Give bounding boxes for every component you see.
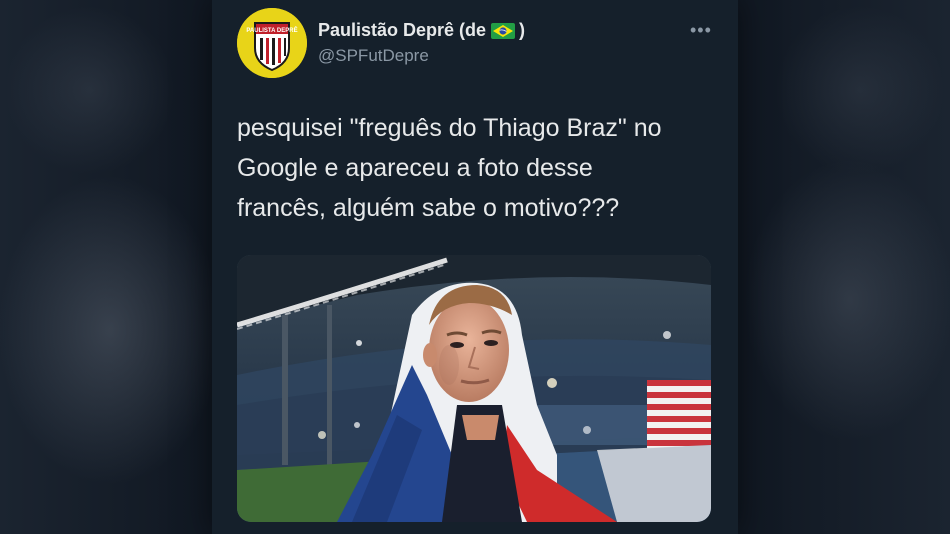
author-name-text: Paulistão Deprê (de: [318, 20, 487, 40]
brazil-flag-icon: [491, 22, 516, 39]
tweet-media-photo[interactable]: [237, 255, 711, 522]
author-handle[interactable]: @SPFutDepre: [318, 46, 429, 66]
avatar-badge-icon: PAULISTA DEPRÊ: [237, 8, 307, 78]
tweet-text-line: francês, alguém sabe o motivo???: [237, 194, 620, 222]
avatar-text: PAULISTA DEPRÊ: [246, 26, 297, 34]
more-options-icon[interactable]: •••: [690, 21, 711, 39]
avatar[interactable]: PAULISTA DEPRÊ: [237, 8, 307, 78]
tweet-text: pesquisei "freguês do Thiago Braz" no Go…: [237, 108, 717, 228]
tweet-card[interactable]: PAULISTA DEPRÊ Paulistão Deprê (de ) @SP…: [212, 0, 738, 534]
tweet-text-line: pesquisei "freguês do Thiago Braz" no: [237, 114, 662, 142]
author-name-suffix: ): [519, 20, 526, 40]
athlete-photo-icon: [237, 255, 711, 522]
author-display-name[interactable]: Paulistão Deprê (de ): [318, 20, 525, 41]
tweet-text-line: Google e apareceu a foto desse: [237, 154, 593, 182]
